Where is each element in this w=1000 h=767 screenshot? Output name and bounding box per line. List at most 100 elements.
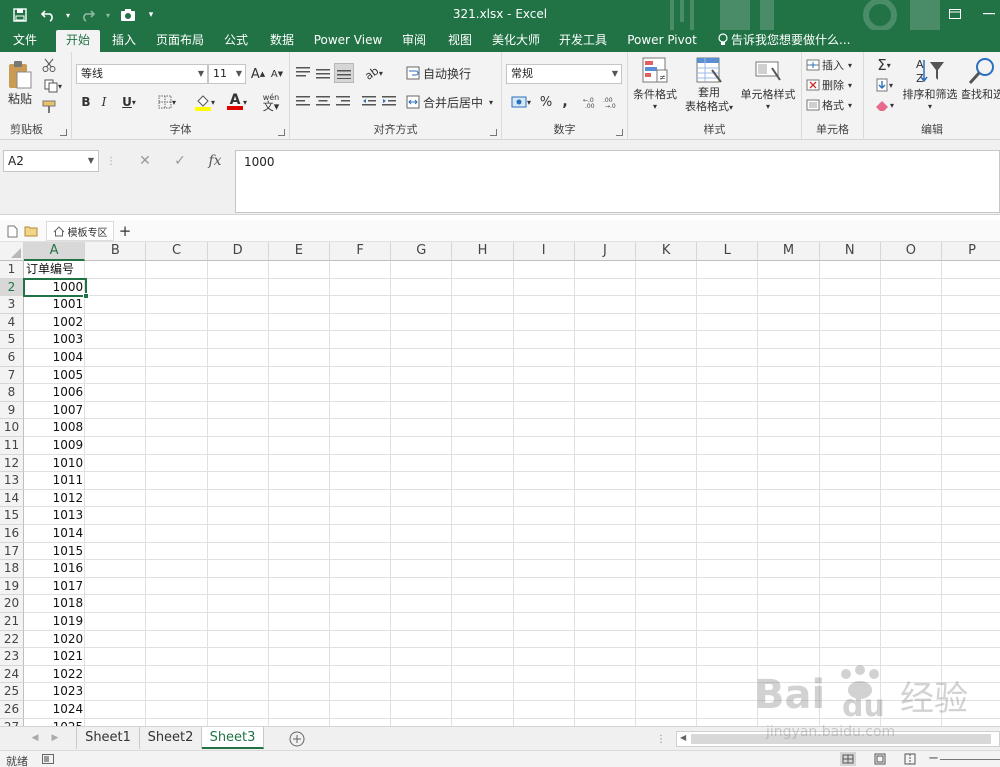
macro-record-icon[interactable] xyxy=(42,754,54,767)
insert-cells-button[interactable]: 插入 ▾ xyxy=(806,56,862,74)
cell-a16[interactable]: 1014 xyxy=(24,525,85,543)
row-header-23[interactable]: 23 xyxy=(0,648,24,666)
align-middle-icon[interactable] xyxy=(314,64,332,82)
row-header-20[interactable]: 20 xyxy=(0,595,24,613)
tab-file[interactable]: 文件 xyxy=(4,30,46,52)
active-cell-a2[interactable] xyxy=(23,277,89,300)
cell-a3[interactable]: 1001 xyxy=(24,296,85,314)
clipboard-launcher-icon[interactable] xyxy=(60,129,67,136)
scroll-left-icon[interactable]: ◀ xyxy=(680,733,686,742)
row-header-24[interactable]: 24 xyxy=(0,665,24,684)
column-header-p[interactable]: P xyxy=(942,242,1000,261)
open-folder-icon[interactable] xyxy=(22,222,40,240)
cell-a7[interactable]: 1005 xyxy=(24,367,85,385)
cell-styles-button[interactable]: 单元格样式 ▾ xyxy=(736,56,800,118)
font-launcher-icon[interactable] xyxy=(278,129,285,136)
conditional-formatting-button[interactable]: ≠ 条件格式 ▾ xyxy=(630,56,680,118)
tab-power-pivot[interactable]: Power Pivot xyxy=(620,30,704,52)
row-header-21[interactable]: 21 xyxy=(0,613,24,631)
tab-developer[interactable]: 开发工具 xyxy=(552,30,614,52)
cell-a9[interactable]: 1007 xyxy=(24,402,85,420)
row-header-15[interactable]: 15 xyxy=(0,507,24,525)
split-handle-icon[interactable]: ⋮ xyxy=(656,731,666,747)
row-header-1[interactable]: 1 xyxy=(0,261,24,279)
cell-a20[interactable]: 1018 xyxy=(24,595,85,613)
page-layout-view-icon[interactable] xyxy=(872,752,888,766)
cell-a23[interactable]: 1021 xyxy=(24,648,85,666)
cell-a26[interactable]: 1024 xyxy=(24,701,85,719)
align-bottom-icon[interactable] xyxy=(334,63,354,83)
align-top-icon[interactable] xyxy=(294,64,312,82)
fill-icon[interactable]: ▾ xyxy=(870,76,898,94)
cell-a19[interactable]: 1017 xyxy=(24,578,85,596)
row-header-2[interactable]: 2 xyxy=(0,278,24,297)
increase-decimal-icon[interactable]: ←.0.00 xyxy=(582,93,600,111)
cell-a27[interactable]: 1025 xyxy=(24,719,85,726)
autosum-icon[interactable]: Σ ▾ xyxy=(870,56,898,74)
cell-a21[interactable]: 1019 xyxy=(24,613,85,631)
column-header-n[interactable]: N xyxy=(819,242,881,261)
row-header-12[interactable]: 12 xyxy=(0,454,24,473)
orientation-icon[interactable]: ab ▾ xyxy=(360,64,388,83)
row-header-10[interactable]: 10 xyxy=(0,419,24,437)
row-header-19[interactable]: 19 xyxy=(0,577,24,596)
underline-button[interactable]: U ▾ xyxy=(116,93,142,111)
row-header-17[interactable]: 17 xyxy=(0,542,24,561)
cell-a11[interactable]: 1009 xyxy=(24,437,85,455)
bold-button[interactable]: B xyxy=(78,93,94,111)
comma-style-button[interactable]: , xyxy=(558,93,572,111)
row-header-25[interactable]: 25 xyxy=(0,683,24,701)
alignment-launcher-icon[interactable] xyxy=(490,129,497,136)
number-launcher-icon[interactable] xyxy=(616,129,623,136)
scroll-sheets-left-icon[interactable]: ◀ xyxy=(28,730,42,746)
row-header-26[interactable]: 26 xyxy=(0,701,24,719)
cell-a4[interactable]: 1002 xyxy=(24,314,85,332)
column-header-f[interactable]: F xyxy=(330,242,392,261)
row-header-22[interactable]: 22 xyxy=(0,630,24,649)
row-header-11[interactable]: 11 xyxy=(0,437,24,455)
minimize-icon[interactable] xyxy=(978,5,1000,23)
column-header-j[interactable]: J xyxy=(574,242,636,261)
paste-button[interactable]: 粘贴 xyxy=(4,56,36,110)
cell-a6[interactable]: 1004 xyxy=(24,349,85,367)
cell-a5[interactable]: 1003 xyxy=(24,331,85,349)
align-center-icon[interactable] xyxy=(314,93,332,111)
select-all-corner[interactable] xyxy=(0,242,24,261)
cell-a1[interactable]: 订单编号 xyxy=(24,261,86,279)
tab-home[interactable]: 开始 xyxy=(56,30,100,52)
font-color-icon[interactable]: A ▾ xyxy=(222,92,252,112)
formula-input[interactable]: 1000 xyxy=(235,150,1000,213)
column-header-c[interactable]: C xyxy=(146,242,208,261)
align-right-icon[interactable] xyxy=(334,93,352,111)
row-header-4[interactable]: 4 xyxy=(0,313,24,332)
tab-insert[interactable]: 插入 xyxy=(104,30,144,52)
tab-data[interactable]: 数据 xyxy=(262,30,302,52)
merge-center-button[interactable]: 合并后居中 ▾ xyxy=(406,92,500,112)
cell-a14[interactable]: 1012 xyxy=(24,490,85,508)
tab-beautify-master[interactable]: 美化大师 xyxy=(486,30,546,52)
column-header-b[interactable]: B xyxy=(85,242,147,261)
borders-icon[interactable]: ▾ xyxy=(152,93,182,111)
sheet-tab-2[interactable]: Sheet2 xyxy=(140,727,202,749)
new-file-icon[interactable] xyxy=(4,222,20,240)
find-select-button[interactable]: 查找和选 xyxy=(962,56,1000,118)
font-size-combo[interactable]: 11 ▼ xyxy=(208,64,246,84)
cancel-icon[interactable]: ✕ xyxy=(132,152,158,170)
phonetic-guide-icon[interactable]: wén 文▾ xyxy=(256,92,286,112)
cell-a18[interactable]: 1016 xyxy=(24,560,85,578)
column-header-o[interactable]: O xyxy=(880,242,942,261)
cell-a24[interactable]: 1022 xyxy=(24,666,85,684)
cell-a10[interactable]: 1008 xyxy=(24,419,85,437)
column-header-l[interactable]: L xyxy=(697,242,759,261)
new-sheet-button[interactable] xyxy=(288,730,306,748)
format-cells-button[interactable]: 格式 ▾ xyxy=(806,96,862,114)
cell-a25[interactable]: 1023 xyxy=(24,683,85,701)
zoom-slider[interactable] xyxy=(940,759,1000,760)
grow-font-button[interactable]: A ▲ xyxy=(249,65,267,83)
row-header-13[interactable]: 13 xyxy=(0,472,24,490)
decrease-decimal-icon[interactable]: .00 →.0 xyxy=(602,93,620,111)
sheet-tab-3[interactable]: Sheet3 xyxy=(202,727,264,749)
percent-style-button[interactable]: % xyxy=(538,93,554,111)
row-header-3[interactable]: 3 xyxy=(0,296,24,314)
fill-color-icon[interactable]: ▾ xyxy=(190,92,220,112)
